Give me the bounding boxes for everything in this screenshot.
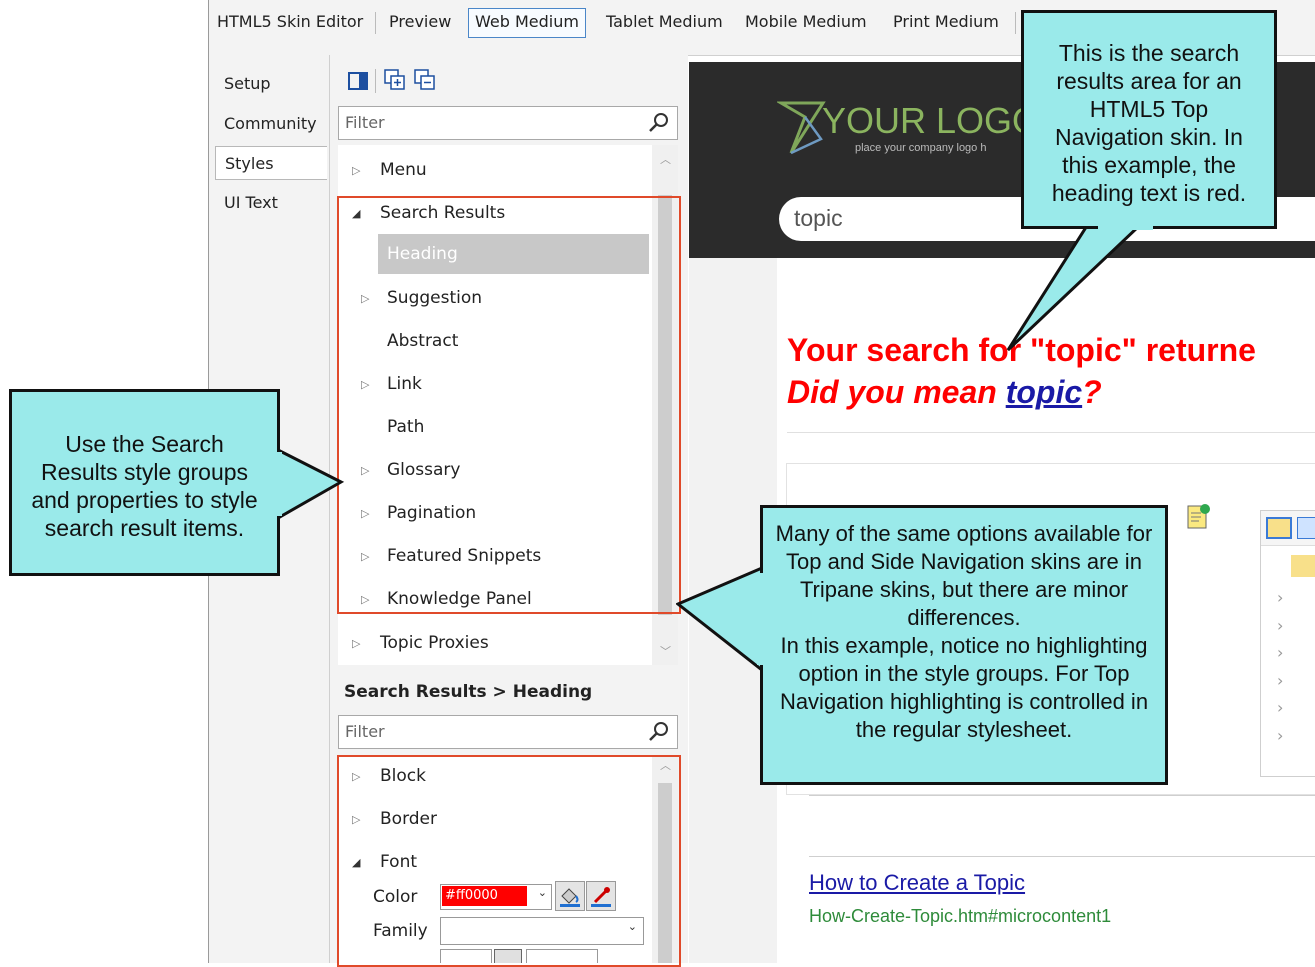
- callout-center: Many of the same options available for T…: [760, 505, 1168, 785]
- add-note-icon[interactable]: [1185, 503, 1211, 529]
- divider: [809, 795, 1315, 796]
- callout-pointer: [676, 565, 764, 674]
- tree-item-label: Topic Proxies: [380, 633, 489, 653]
- folder-icon[interactable]: [1266, 517, 1292, 539]
- did-you-mean-suffix: ?: [1082, 374, 1102, 410]
- filter-placeholder: Filter: [345, 722, 385, 741]
- did-you-mean-prefix: Did you mean: [787, 374, 1006, 410]
- expand-all-icon[interactable]: [384, 69, 406, 91]
- tree-item-label: Menu: [380, 160, 427, 180]
- highlight-box-properties: [337, 755, 681, 967]
- search-icon: [649, 113, 668, 132]
- highlight-box-search-results: [337, 196, 681, 614]
- nav-ui-text[interactable]: UI Text: [215, 186, 327, 220]
- tab-preview[interactable]: Preview: [383, 8, 457, 36]
- toolbar-separator: [375, 69, 376, 93]
- toolbar-separator: [375, 12, 376, 34]
- callout-border-gap: [757, 573, 765, 665]
- suggestion-link[interactable]: topic: [1006, 374, 1082, 410]
- toolbar-separator: [1015, 12, 1016, 34]
- callout-pointer: [276, 447, 345, 521]
- filter-placeholder: Filter: [345, 113, 385, 132]
- callout-border-gap: [1098, 224, 1153, 230]
- tab-mobile-medium[interactable]: Mobile Medium: [739, 8, 873, 36]
- result-link[interactable]: How to Create a Topic: [809, 870, 1025, 896]
- divider: [787, 432, 1315, 433]
- nav-community[interactable]: Community: [215, 107, 327, 141]
- logo-subtext: place your company logo h: [855, 142, 987, 154]
- tab-print-medium[interactable]: Print Medium: [887, 8, 1005, 36]
- styles-filter-input[interactable]: Filter: [338, 106, 678, 140]
- toggle-panel-icon[interactable]: [348, 72, 368, 90]
- callout-top-right: This is the search results area for an H…: [1021, 10, 1277, 228]
- result-path: How-Create-Topic.htm#microcontent1: [809, 906, 1112, 926]
- scroll-down-icon[interactable]: ﹀: [660, 643, 671, 659]
- callout-border-gap: [276, 452, 282, 516]
- tab-web-medium[interactable]: Web Medium: [468, 8, 586, 38]
- tab-tablet-medium[interactable]: Tablet Medium: [600, 8, 729, 36]
- chevron-list: › › › › › ›: [1277, 588, 1284, 745]
- callout-pointer: [1006, 210, 1159, 352]
- properties-title: Search Results > Heading: [344, 682, 593, 702]
- expand-triangle-icon[interactable]: ▷: [352, 149, 360, 192]
- callout-left: Use the Search Results style groups and …: [9, 389, 280, 576]
- nav-styles[interactable]: Styles: [215, 146, 327, 180]
- nav-setup[interactable]: Setup: [215, 67, 327, 101]
- logo-text: YOUR LOGO: [822, 100, 1041, 141]
- logo-mark-icon: [775, 97, 827, 159]
- search-value: topic: [794, 205, 843, 231]
- collapse-all-icon[interactable]: [414, 69, 436, 91]
- tripane-mini-preview: › › › › › ›: [1260, 510, 1315, 777]
- did-you-mean: Did you mean topic?: [787, 374, 1102, 411]
- expand-triangle-icon[interactable]: ▷: [352, 622, 360, 665]
- search-icon: [649, 722, 668, 741]
- scroll-up-icon[interactable]: ︿: [660, 151, 671, 167]
- properties-filter-input[interactable]: Filter: [338, 715, 678, 749]
- index-icon[interactable]: [1297, 517, 1315, 539]
- tab-html5-skin-editor[interactable]: HTML5 Skin Editor: [211, 8, 369, 36]
- folder-icon: [1291, 555, 1315, 577]
- divider: [809, 856, 1315, 857]
